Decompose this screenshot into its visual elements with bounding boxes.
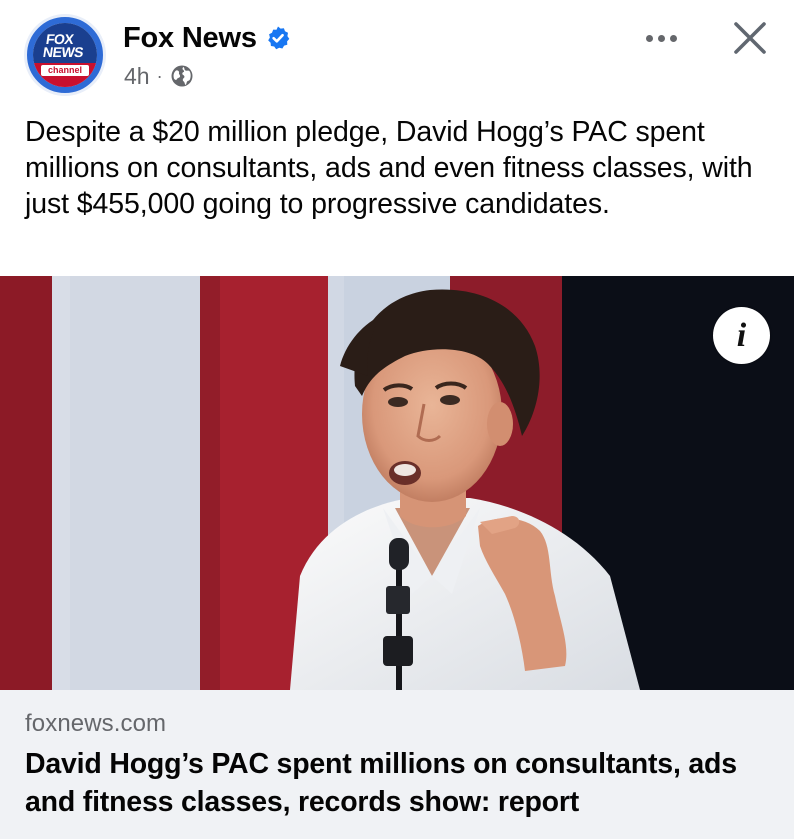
post-meta: 4h · [124,62,194,90]
post-header: FOX NEWS channel Fox News 4h · [0,0,794,108]
fox-news-logo: FOX NEWS channel [33,23,97,87]
close-button[interactable] [728,16,772,60]
more-options-dot [657,34,665,42]
image-info-button[interactable]: i [713,307,770,364]
verified-badge-icon [265,25,291,51]
globe-icon[interactable] [170,64,194,88]
page-name[interactable]: Fox News [123,22,257,55]
speaker-photo [0,276,794,690]
link-domain: foxnews.com [25,710,167,737]
link-preview[interactable]: foxnews.com David Hogg’s PAC spent milli… [0,690,794,839]
link-title[interactable]: David Hogg’s PAC spent millions on consu… [25,745,775,821]
more-options-dot [669,34,677,42]
page-name-row: Fox News [123,20,291,56]
logo-text-news: NEWS [41,44,85,60]
post-timestamp[interactable]: 4h [124,63,150,90]
more-options-icon [645,34,653,42]
more-options-button[interactable] [641,20,681,56]
info-icon: i [736,316,747,354]
logo-text-channel: channel [41,65,89,76]
post-caption: Despite a $20 million pledge, David Hogg… [25,116,753,220]
post-image[interactable] [0,276,794,690]
close-icon [734,22,766,54]
page-avatar[interactable]: FOX NEWS channel [24,14,106,96]
meta-separator: · [156,65,163,86]
facebook-post: FOX NEWS channel Fox News 4h · Despite a… [0,0,794,839]
